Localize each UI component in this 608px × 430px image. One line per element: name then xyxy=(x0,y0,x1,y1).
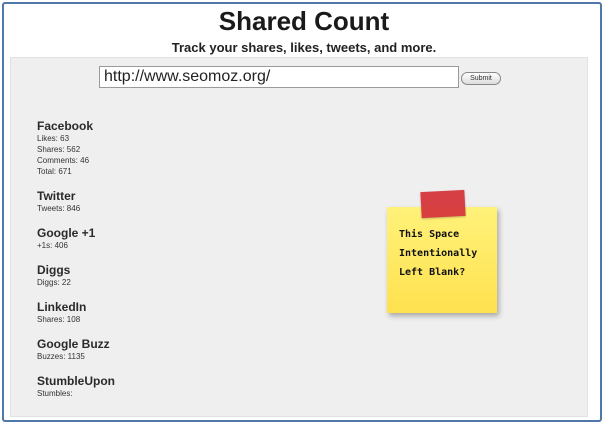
network-name: StumbleUpon xyxy=(37,374,115,388)
sticky-note: This Space Intentionally Left Blank? xyxy=(387,189,497,313)
network-twitter: Twitter Tweets: 846 xyxy=(37,189,237,214)
network-stumbleupon: StumbleUpon Stumbles: xyxy=(37,374,237,399)
stat-line: Stumbles: xyxy=(37,389,73,398)
stat-line: Tweets: 846 xyxy=(37,204,81,213)
page-title: Shared Count xyxy=(218,6,390,36)
network-name: Google Buzz xyxy=(37,337,110,351)
url-input[interactable] xyxy=(99,66,459,88)
note-line: This Space xyxy=(399,229,460,240)
sticky-note-text: This Space Intentionally Left Blank? xyxy=(399,225,489,282)
stat-line: Shares: 562 xyxy=(37,145,81,154)
stat-line: Likes: 63 xyxy=(37,134,70,143)
content-panel: Submit Facebook Likes: 63 Shares: 562 Co… xyxy=(10,57,588,417)
note-line: Left Blank? xyxy=(399,267,466,278)
stat-line: Diggs: 22 xyxy=(37,278,71,287)
stat-line: Shares: 108 xyxy=(37,315,81,324)
network-list: Facebook Likes: 63 Shares: 562 Comments:… xyxy=(37,119,237,411)
note-line: Intentionally xyxy=(399,248,478,259)
network-name: Twitter xyxy=(37,189,76,203)
network-name: Diggs xyxy=(37,263,71,277)
submit-button[interactable]: Submit xyxy=(461,72,501,85)
network-facebook: Facebook Likes: 63 Shares: 562 Comments:… xyxy=(37,119,237,177)
network-name: Google +1 xyxy=(37,226,96,240)
browser-window: Shared Count Track your shares, likes, t… xyxy=(2,2,602,422)
stat-line: Comments: 46 xyxy=(37,156,90,165)
tape-strip xyxy=(420,189,466,219)
network-diggs: Diggs Diggs: 22 xyxy=(37,263,237,288)
stat-line: +1s: 406 xyxy=(37,241,68,250)
network-google-plus-one: Google +1 +1s: 406 xyxy=(37,226,237,251)
network-name: LinkedIn xyxy=(37,300,87,314)
network-google-buzz: Google Buzz Buzzes: 1135 xyxy=(37,337,237,362)
stat-line: Buzzes: 1135 xyxy=(37,352,85,361)
network-name: Facebook xyxy=(37,119,94,133)
network-linkedin: LinkedIn Shares: 108 xyxy=(37,300,237,325)
stat-line: Total: 671 xyxy=(37,167,72,176)
page-tagline: Track your shares, likes, tweets, and mo… xyxy=(171,40,437,55)
